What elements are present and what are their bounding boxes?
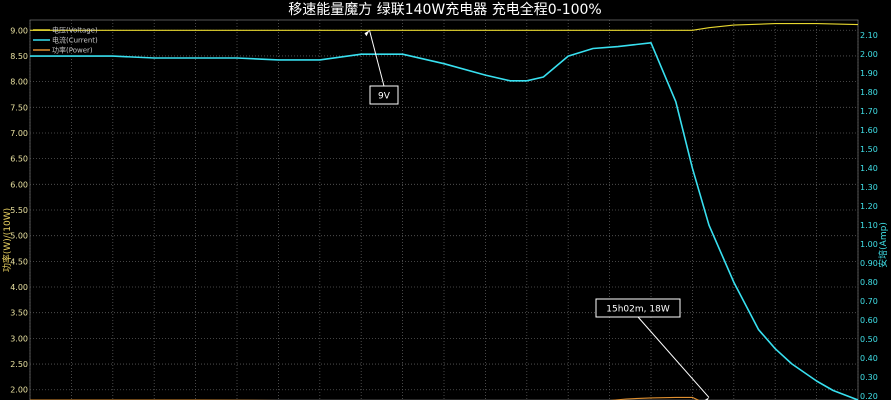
right-tick-label: 1.40 xyxy=(860,164,878,173)
left-tick-label: 6.00 xyxy=(10,180,28,189)
left-tick-label: 6.50 xyxy=(10,155,28,164)
right-tick-label: 2.10 xyxy=(860,31,878,40)
left-tick-label: 4.00 xyxy=(10,283,28,292)
right-tick-label: 1.30 xyxy=(860,183,878,192)
annotation-label-0: 9V xyxy=(378,92,391,102)
chart: 移速能量魔方 绿联140W充电器 充电全程0-100% 9.00 8.50 8.00… xyxy=(0,0,891,400)
left-tick-label: 2.00 xyxy=(10,386,28,395)
right-tick-label: 1.80 xyxy=(860,88,878,97)
chart-title: 移速能量魔方 绿联140W充电器 充电全程0-100% xyxy=(288,1,601,18)
right-tick-label: 1.70 xyxy=(860,107,878,116)
left-tick-label: 2.50 xyxy=(10,360,28,369)
left-tick-label: 7.00 xyxy=(10,129,28,138)
chart-background xyxy=(0,0,891,400)
right-tick-label: 0.40 xyxy=(860,354,878,363)
left-tick-label: 3.50 xyxy=(10,309,28,318)
left-axis-label: 功率(W)/(10W) xyxy=(1,208,13,272)
annotation-label-1: 15h02m, 18W xyxy=(606,305,670,315)
right-tick-label: 0.60 xyxy=(860,316,878,325)
right-axis-label: 安培(Amp) xyxy=(877,222,889,268)
legend-label-2: 功率(Power) xyxy=(52,46,93,55)
right-tick-label: 0.50 xyxy=(860,335,878,344)
left-tick-label: 7.50 xyxy=(10,103,28,112)
left-tick-label: 8.00 xyxy=(10,78,28,87)
right-tick-label: 1.00 xyxy=(860,240,878,249)
right-tick-label: 0.20 xyxy=(860,392,878,400)
right-tick-label: 1.60 xyxy=(860,126,878,135)
right-tick-label: 1.20 xyxy=(860,202,878,211)
left-tick-label: 3.00 xyxy=(10,334,28,343)
legend: 电压(Voltage)电流(Current)功率(Power) xyxy=(33,26,98,55)
legend-label-1: 电流(Current) xyxy=(52,36,98,45)
right-tick-label: 1.90 xyxy=(860,69,878,78)
right-tick-label: 0.80 xyxy=(860,278,878,287)
right-tick-label: 1.10 xyxy=(860,221,878,230)
right-tick-label: 1.50 xyxy=(860,145,878,154)
right-tick-label: 0.70 xyxy=(860,297,878,306)
right-tick-label: 2.00 xyxy=(860,50,878,59)
left-tick-label: 8.50 xyxy=(10,52,28,61)
legend-label-0: 电压(Voltage) xyxy=(52,26,98,35)
left-tick-label: 9.00 xyxy=(10,26,28,35)
right-tick-label: 0.30 xyxy=(860,373,878,382)
right-tick-label: 0.90 xyxy=(860,259,878,268)
